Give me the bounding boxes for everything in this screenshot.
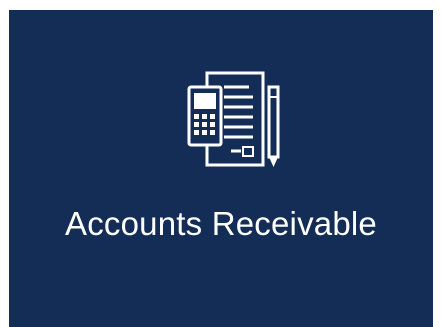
accounts-receivable-tile[interactable]: Accounts Receivable [9,10,433,327]
invoice-calculator-pen-icon [187,71,280,167]
tile-label: Accounts Receivable [65,205,377,242]
